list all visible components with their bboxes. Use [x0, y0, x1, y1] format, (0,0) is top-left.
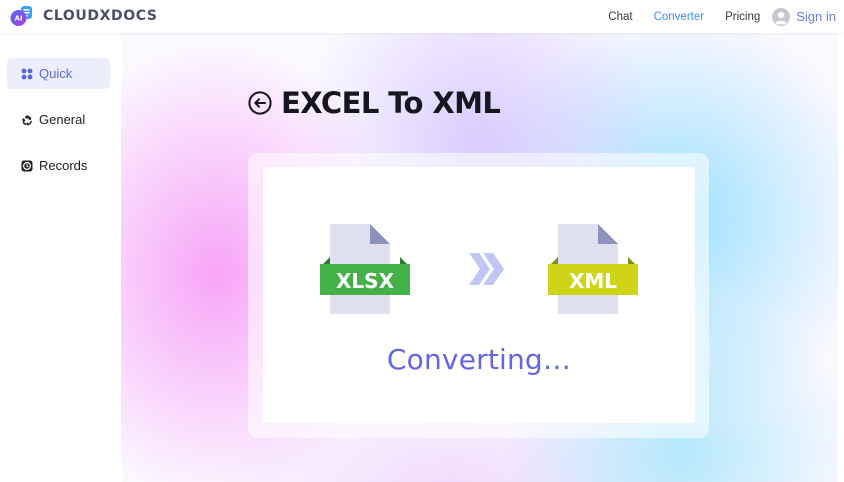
conversion-status: Converting…	[386, 343, 572, 376]
nav-pricing[interactable]: Pricing	[725, 11, 760, 23]
top-nav: Chat Converter Pricing Sign in	[608, 0, 844, 33]
page-header: EXCEL To XML	[248, 86, 501, 120]
target-file-icon: XML	[548, 224, 640, 321]
sidebar: Quick General Records	[0, 33, 121, 482]
signin-label: Sign in	[796, 9, 836, 24]
logo-icon: AI	[10, 5, 34, 27]
top-header: AI CLOUDXDOCS Chat Converter Pricing Sig…	[0, 0, 844, 33]
back-arrow-icon	[248, 91, 272, 115]
sidebar-item-label: Quick	[39, 66, 73, 81]
history-icon	[21, 160, 33, 172]
sidebar-item-general[interactable]: General	[7, 104, 110, 135]
source-file-icon: XLSX	[320, 224, 412, 321]
sidebar-item-label: Records	[39, 158, 88, 173]
brand-logo[interactable]: AI CLOUDXDOCS	[10, 5, 158, 27]
converter-card: XLSX XML Converting…	[263, 167, 695, 423]
back-button[interactable]	[248, 91, 272, 115]
sidebar-item-records[interactable]: Records	[7, 150, 110, 181]
converter-card-frame: XLSX XML Converting…	[248, 153, 709, 438]
recycle-icon	[21, 114, 33, 126]
page-title: EXCEL To XML	[281, 86, 501, 120]
brand-name: CLOUDXDOCS	[43, 8, 158, 24]
sidebar-item-quick[interactable]: Quick	[7, 58, 110, 89]
nav-converter[interactable]: Converter	[654, 11, 705, 23]
user-avatar-icon	[772, 7, 791, 26]
source-format-label: XLSX	[336, 269, 395, 293]
nav-chat[interactable]: Chat	[608, 11, 632, 23]
main-content: EXCEL To XML XLSX XML Converting…	[121, 33, 838, 482]
target-format-label: XML	[569, 269, 617, 293]
logo-badge-text: AI	[14, 15, 22, 23]
sidebar-item-label: General	[39, 112, 86, 127]
grid-icon	[21, 68, 33, 80]
signin-button[interactable]: Sign in	[772, 7, 836, 26]
double-chevron-right-icon	[467, 251, 507, 287]
